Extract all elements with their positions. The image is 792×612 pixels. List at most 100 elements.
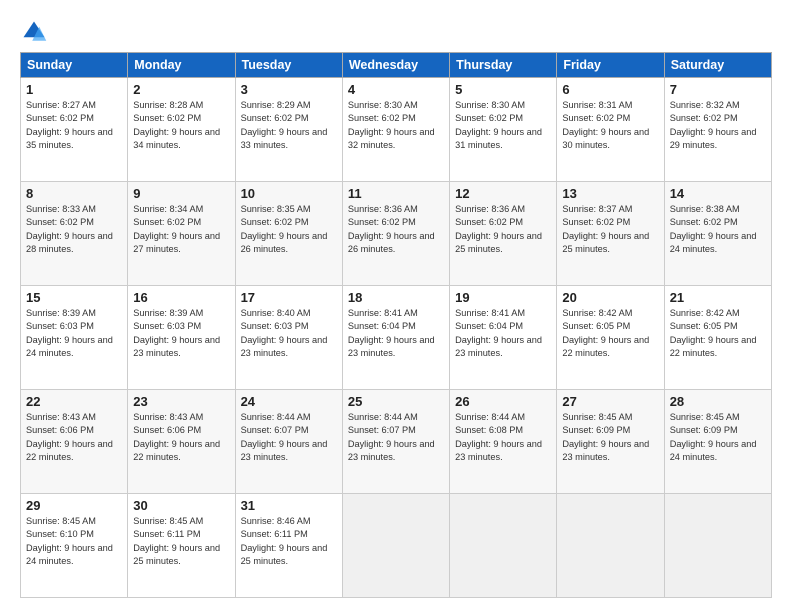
day-number: 1: [26, 82, 122, 97]
calendar-week-row: 8 Sunrise: 8:33 AMSunset: 6:02 PMDayligh…: [21, 182, 772, 286]
calendar-day-cell: 31 Sunrise: 8:46 AMSunset: 6:11 PMDaylig…: [235, 494, 342, 598]
day-number: 27: [562, 394, 658, 409]
day-number: 30: [133, 498, 229, 513]
calendar-day-cell: 13 Sunrise: 8:37 AMSunset: 6:02 PMDaylig…: [557, 182, 664, 286]
calendar-day-cell: 5 Sunrise: 8:30 AMSunset: 6:02 PMDayligh…: [450, 78, 557, 182]
calendar-day-cell: 4 Sunrise: 8:30 AMSunset: 6:02 PMDayligh…: [342, 78, 449, 182]
calendar-week-row: 22 Sunrise: 8:43 AMSunset: 6:06 PMDaylig…: [21, 390, 772, 494]
calendar-day-cell: 14 Sunrise: 8:38 AMSunset: 6:02 PMDaylig…: [664, 182, 771, 286]
calendar-day-cell: 1 Sunrise: 8:27 AMSunset: 6:02 PMDayligh…: [21, 78, 128, 182]
calendar-day-cell: 2 Sunrise: 8:28 AMSunset: 6:02 PMDayligh…: [128, 78, 235, 182]
day-info: Sunrise: 8:41 AMSunset: 6:04 PMDaylight:…: [348, 308, 435, 358]
day-number: 9: [133, 186, 229, 201]
calendar-day-cell: 23 Sunrise: 8:43 AMSunset: 6:06 PMDaylig…: [128, 390, 235, 494]
calendar-week-row: 29 Sunrise: 8:45 AMSunset: 6:10 PMDaylig…: [21, 494, 772, 598]
calendar-day-cell: 16 Sunrise: 8:39 AMSunset: 6:03 PMDaylig…: [128, 286, 235, 390]
day-number: 12: [455, 186, 551, 201]
day-info: Sunrise: 8:28 AMSunset: 6:02 PMDaylight:…: [133, 100, 220, 150]
calendar-day-cell: 19 Sunrise: 8:41 AMSunset: 6:04 PMDaylig…: [450, 286, 557, 390]
day-info: Sunrise: 8:45 AMSunset: 6:11 PMDaylight:…: [133, 516, 220, 566]
calendar-day-cell: 26 Sunrise: 8:44 AMSunset: 6:08 PMDaylig…: [450, 390, 557, 494]
day-info: Sunrise: 8:35 AMSunset: 6:02 PMDaylight:…: [241, 204, 328, 254]
calendar-day-cell: 6 Sunrise: 8:31 AMSunset: 6:02 PMDayligh…: [557, 78, 664, 182]
day-info: Sunrise: 8:27 AMSunset: 6:02 PMDaylight:…: [26, 100, 113, 150]
day-number: 17: [241, 290, 337, 305]
calendar-day-header: Monday: [128, 53, 235, 78]
day-info: Sunrise: 8:33 AMSunset: 6:02 PMDaylight:…: [26, 204, 113, 254]
day-number: 4: [348, 82, 444, 97]
day-info: Sunrise: 8:38 AMSunset: 6:02 PMDaylight:…: [670, 204, 757, 254]
calendar-week-row: 1 Sunrise: 8:27 AMSunset: 6:02 PMDayligh…: [21, 78, 772, 182]
calendar-day-cell: 7 Sunrise: 8:32 AMSunset: 6:02 PMDayligh…: [664, 78, 771, 182]
day-info: Sunrise: 8:45 AMSunset: 6:10 PMDaylight:…: [26, 516, 113, 566]
page: SundayMondayTuesdayWednesdayThursdayFrid…: [0, 0, 792, 612]
calendar-day-cell: 22 Sunrise: 8:43 AMSunset: 6:06 PMDaylig…: [21, 390, 128, 494]
day-info: Sunrise: 8:32 AMSunset: 6:02 PMDaylight:…: [670, 100, 757, 150]
header: [20, 18, 772, 46]
calendar-day-cell: 3 Sunrise: 8:29 AMSunset: 6:02 PMDayligh…: [235, 78, 342, 182]
calendar-day-header: Sunday: [21, 53, 128, 78]
day-number: 28: [670, 394, 766, 409]
day-info: Sunrise: 8:44 AMSunset: 6:07 PMDaylight:…: [348, 412, 435, 462]
calendar-week-row: 15 Sunrise: 8:39 AMSunset: 6:03 PMDaylig…: [21, 286, 772, 390]
day-info: Sunrise: 8:44 AMSunset: 6:07 PMDaylight:…: [241, 412, 328, 462]
day-number: 18: [348, 290, 444, 305]
day-number: 24: [241, 394, 337, 409]
day-number: 7: [670, 82, 766, 97]
day-info: Sunrise: 8:39 AMSunset: 6:03 PMDaylight:…: [133, 308, 220, 358]
day-info: Sunrise: 8:45 AMSunset: 6:09 PMDaylight:…: [562, 412, 649, 462]
day-info: Sunrise: 8:43 AMSunset: 6:06 PMDaylight:…: [26, 412, 113, 462]
calendar-day-cell: 10 Sunrise: 8:35 AMSunset: 6:02 PMDaylig…: [235, 182, 342, 286]
calendar-empty-cell: [342, 494, 449, 598]
day-info: Sunrise: 8:40 AMSunset: 6:03 PMDaylight:…: [241, 308, 328, 358]
day-info: Sunrise: 8:43 AMSunset: 6:06 PMDaylight:…: [133, 412, 220, 462]
calendar-day-cell: 8 Sunrise: 8:33 AMSunset: 6:02 PMDayligh…: [21, 182, 128, 286]
day-number: 25: [348, 394, 444, 409]
day-info: Sunrise: 8:44 AMSunset: 6:08 PMDaylight:…: [455, 412, 542, 462]
day-info: Sunrise: 8:36 AMSunset: 6:02 PMDaylight:…: [455, 204, 542, 254]
day-info: Sunrise: 8:46 AMSunset: 6:11 PMDaylight:…: [241, 516, 328, 566]
day-info: Sunrise: 8:42 AMSunset: 6:05 PMDaylight:…: [670, 308, 757, 358]
day-number: 11: [348, 186, 444, 201]
day-number: 21: [670, 290, 766, 305]
calendar-day-cell: 9 Sunrise: 8:34 AMSunset: 6:02 PMDayligh…: [128, 182, 235, 286]
day-info: Sunrise: 8:41 AMSunset: 6:04 PMDaylight:…: [455, 308, 542, 358]
calendar-day-cell: 24 Sunrise: 8:44 AMSunset: 6:07 PMDaylig…: [235, 390, 342, 494]
calendar-day-header: Saturday: [664, 53, 771, 78]
calendar-day-cell: 25 Sunrise: 8:44 AMSunset: 6:07 PMDaylig…: [342, 390, 449, 494]
calendar-day-cell: 17 Sunrise: 8:40 AMSunset: 6:03 PMDaylig…: [235, 286, 342, 390]
calendar-day-cell: 12 Sunrise: 8:36 AMSunset: 6:02 PMDaylig…: [450, 182, 557, 286]
calendar-day-cell: 11 Sunrise: 8:36 AMSunset: 6:02 PMDaylig…: [342, 182, 449, 286]
day-number: 16: [133, 290, 229, 305]
calendar-day-cell: 21 Sunrise: 8:42 AMSunset: 6:05 PMDaylig…: [664, 286, 771, 390]
day-number: 26: [455, 394, 551, 409]
logo-icon: [20, 18, 48, 46]
day-number: 8: [26, 186, 122, 201]
day-info: Sunrise: 8:30 AMSunset: 6:02 PMDaylight:…: [455, 100, 542, 150]
day-number: 15: [26, 290, 122, 305]
day-info: Sunrise: 8:37 AMSunset: 6:02 PMDaylight:…: [562, 204, 649, 254]
calendar-empty-cell: [450, 494, 557, 598]
day-number: 5: [455, 82, 551, 97]
day-info: Sunrise: 8:34 AMSunset: 6:02 PMDaylight:…: [133, 204, 220, 254]
day-number: 20: [562, 290, 658, 305]
calendar-header-row: SundayMondayTuesdayWednesdayThursdayFrid…: [21, 53, 772, 78]
logo: [20, 18, 52, 46]
day-info: Sunrise: 8:42 AMSunset: 6:05 PMDaylight:…: [562, 308, 649, 358]
calendar-day-cell: 18 Sunrise: 8:41 AMSunset: 6:04 PMDaylig…: [342, 286, 449, 390]
day-number: 31: [241, 498, 337, 513]
day-number: 29: [26, 498, 122, 513]
calendar-day-header: Wednesday: [342, 53, 449, 78]
day-number: 13: [562, 186, 658, 201]
day-number: 14: [670, 186, 766, 201]
calendar-day-cell: 30 Sunrise: 8:45 AMSunset: 6:11 PMDaylig…: [128, 494, 235, 598]
day-info: Sunrise: 8:31 AMSunset: 6:02 PMDaylight:…: [562, 100, 649, 150]
day-number: 22: [26, 394, 122, 409]
calendar-day-cell: 20 Sunrise: 8:42 AMSunset: 6:05 PMDaylig…: [557, 286, 664, 390]
calendar-day-header: Tuesday: [235, 53, 342, 78]
calendar-empty-cell: [557, 494, 664, 598]
day-number: 6: [562, 82, 658, 97]
day-number: 10: [241, 186, 337, 201]
calendar-table: SundayMondayTuesdayWednesdayThursdayFrid…: [20, 52, 772, 598]
calendar-day-header: Friday: [557, 53, 664, 78]
